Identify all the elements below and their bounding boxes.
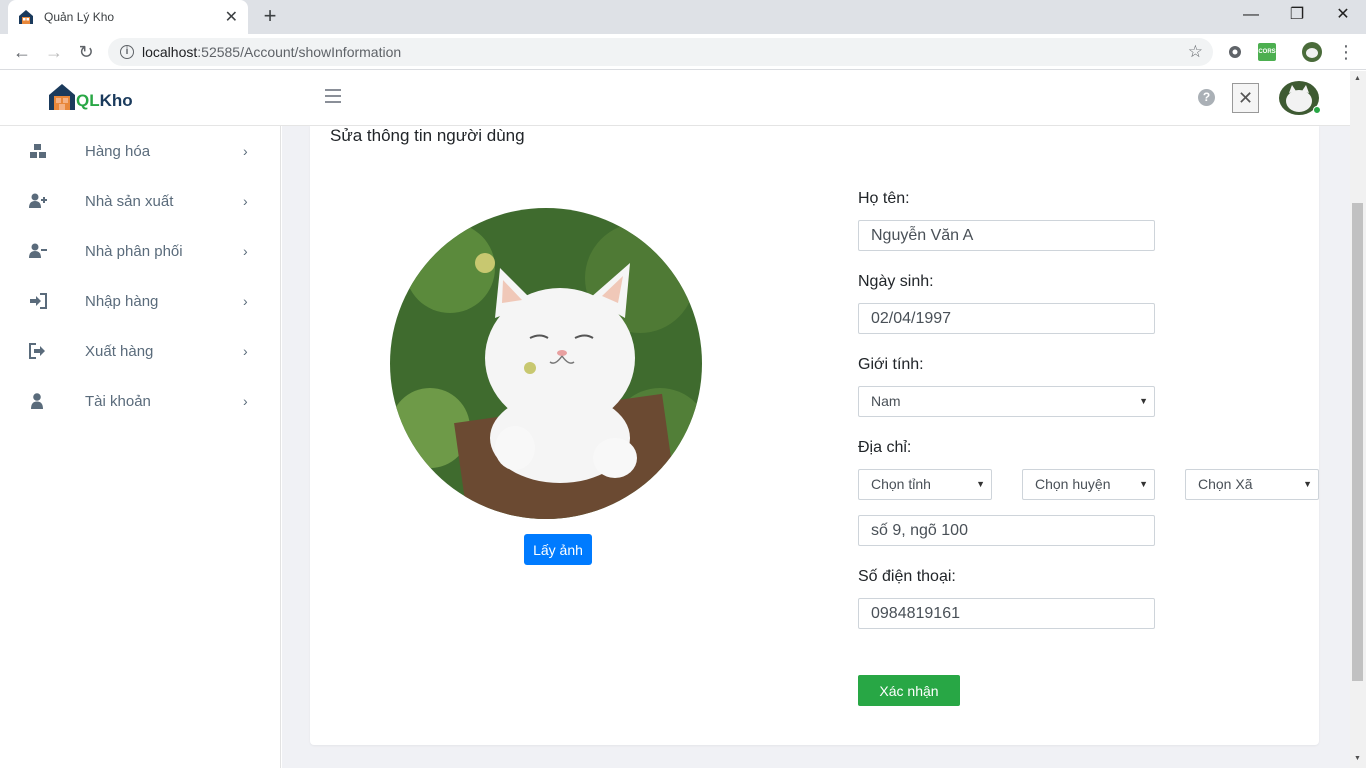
user-minus-icon xyxy=(29,243,47,258)
warehouse-logo-icon xyxy=(49,84,75,110)
name-input[interactable]: Nguyễn Văn A xyxy=(858,220,1155,251)
gender-select-value: Nam xyxy=(871,393,901,409)
district-select[interactable]: Chọn huyện ▼ xyxy=(1022,469,1155,500)
back-icon[interactable]: ← xyxy=(10,40,34,64)
street-input[interactable]: số 9, ngõ 100 xyxy=(858,515,1155,546)
url-host: localhost xyxy=(142,44,198,60)
minimize-button[interactable]: — xyxy=(1228,0,1274,30)
sidebar-item-label: Nhà phân phối xyxy=(85,242,183,260)
sidebar-item-label: Xuất hàng xyxy=(85,342,154,360)
sidebar-item-nha-san-xuat[interactable]: Nhà sản xuất › xyxy=(0,176,281,226)
bookmark-star-icon[interactable]: ☆ xyxy=(1188,42,1203,62)
sidebar-item-nha-phan-phoi[interactable]: Nhà phân phối › xyxy=(0,226,281,276)
chevron-right-icon: › xyxy=(243,343,248,359)
page-title: Sửa thông tin người dùng xyxy=(330,126,525,145)
logo-text-kho: Kho xyxy=(99,91,133,110)
sidebar-item-label: Nhập hàng xyxy=(85,292,159,310)
tab-title: Quản Lý Kho xyxy=(44,10,115,24)
cors-extension-icon[interactable]: CORS xyxy=(1258,43,1276,61)
dropdown-arrow-icon: ▼ xyxy=(976,479,985,489)
dropdown-arrow-icon: ▼ xyxy=(1139,479,1148,489)
dob-label: Ngày sinh: xyxy=(858,273,934,290)
chevron-right-icon: › xyxy=(243,193,248,209)
chevron-right-icon: › xyxy=(243,393,248,409)
profile-avatar-icon[interactable] xyxy=(1302,42,1322,62)
restore-button[interactable]: ❐ xyxy=(1274,0,1320,30)
forward-icon[interactable]: → xyxy=(42,40,66,64)
chevron-right-icon: › xyxy=(243,243,248,259)
sidebar-item-label: Hàng hóa xyxy=(85,142,151,160)
sidebar-item-tai-khoan[interactable]: Tài khoản › xyxy=(0,376,281,426)
logo-text-ql: QL xyxy=(76,91,100,110)
main-content: Sửa thông tin người dùng Lấy ảnh Họ tên:… xyxy=(282,126,1350,768)
user-plus-icon xyxy=(29,193,47,208)
reload-icon[interactable]: ↻ xyxy=(74,40,98,64)
tab-close-icon[interactable]: ✕ xyxy=(225,7,238,27)
page-scrollbar[interactable]: ▲ ▼ xyxy=(1350,71,1366,768)
boxes-icon xyxy=(30,144,46,158)
app-logo[interactable]: QL Kho xyxy=(48,83,133,111)
scroll-up-arrow-icon[interactable]: ▲ xyxy=(1354,75,1361,82)
sidebar-item-label: Nhà sản xuất xyxy=(85,192,174,210)
extension-gear-icon[interactable] xyxy=(1226,43,1244,61)
user-icon xyxy=(31,393,43,409)
url-path: :52585/Account/showInformation xyxy=(197,44,402,60)
dob-input[interactable]: 02/04/1997 xyxy=(858,303,1155,334)
province-select[interactable]: Chọn tỉnh ▼ xyxy=(858,469,992,500)
profile-photo xyxy=(390,208,702,519)
sidebar-item-hang-hoa[interactable]: Hàng hóa › xyxy=(0,126,281,176)
window-close-button[interactable]: ✕ xyxy=(1320,0,1366,30)
scroll-down-arrow-icon[interactable]: ▼ xyxy=(1354,755,1361,762)
submit-button[interactable]: Xác nhận xyxy=(858,675,960,706)
gender-label: Giới tính: xyxy=(858,356,924,373)
dropdown-arrow-icon: ▼ xyxy=(1139,396,1148,406)
ward-select[interactable]: Chọn Xã ▼ xyxy=(1185,469,1319,500)
name-label: Họ tên: xyxy=(858,190,910,207)
phone-input[interactable]: 0984819161 xyxy=(858,598,1155,629)
browser-tabbar: Quản Lý Kho ✕ + — ❐ ✕ xyxy=(0,0,1366,34)
chevron-right-icon: › xyxy=(243,293,248,309)
phone-label: Số điện thoại: xyxy=(858,568,956,585)
online-status-dot xyxy=(1313,106,1321,114)
ward-select-value: Chọn Xã xyxy=(1198,476,1253,492)
profile-form-card: Sửa thông tin người dùng Lấy ảnh Họ tên:… xyxy=(310,126,1319,745)
sign-in-icon xyxy=(30,293,47,309)
new-tab-button[interactable]: + xyxy=(258,4,282,28)
choose-photo-button[interactable]: Lấy ảnh xyxy=(524,534,592,565)
browser-tab[interactable]: Quản Lý Kho ✕ xyxy=(8,0,248,34)
close-button[interactable]: ✕ xyxy=(1232,83,1259,113)
sidebar: Hàng hóa › Nhà sản xuất › Nhà phân phối … xyxy=(0,126,281,768)
address-bar[interactable]: i localhost :52585/Account/showInformati… xyxy=(108,38,1213,66)
district-select-value: Chọn huyện xyxy=(1035,476,1111,492)
warehouse-favicon-icon xyxy=(19,10,33,24)
browser-menu-icon[interactable]: ⋮ xyxy=(1334,40,1358,64)
province-select-value: Chọn tỉnh xyxy=(871,476,931,492)
sidebar-item-label: Tài khoản xyxy=(85,392,151,410)
chevron-right-icon: › xyxy=(243,143,248,159)
scrollbar-thumb[interactable] xyxy=(1352,203,1363,681)
sign-out-icon xyxy=(29,343,45,359)
hamburger-menu-icon[interactable] xyxy=(325,89,341,107)
address-label: Địa chỉ: xyxy=(858,439,912,456)
app-header: QL Kho ? ✕ xyxy=(0,71,1350,126)
sidebar-item-nhap-hang[interactable]: Nhập hàng › xyxy=(0,276,281,326)
gender-select[interactable]: Nam ▼ xyxy=(858,386,1155,417)
browser-toolbar: ← → ↻ i localhost :52585/Account/showInf… xyxy=(0,34,1366,70)
help-icon[interactable]: ? xyxy=(1198,89,1215,106)
sidebar-item-xuat-hang[interactable]: Xuất hàng › xyxy=(0,326,281,376)
site-info-icon[interactable]: i xyxy=(120,45,134,59)
dropdown-arrow-icon: ▼ xyxy=(1303,479,1312,489)
